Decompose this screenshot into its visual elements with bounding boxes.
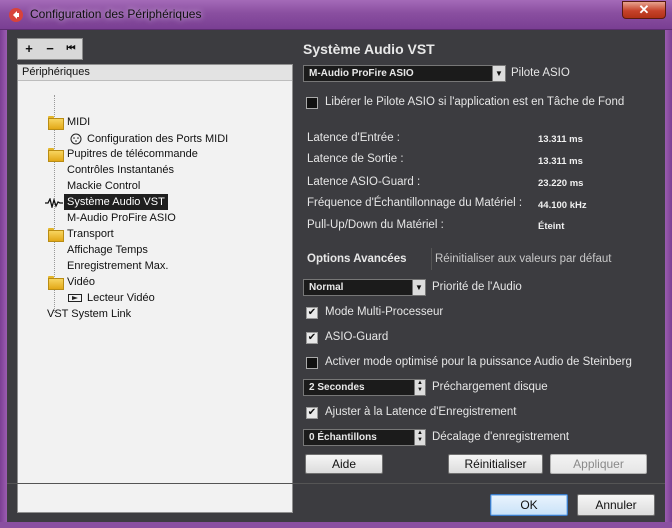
help-button[interactable]: Aide (305, 454, 383, 474)
tree-item-video[interactable]: Vidéo (67, 274, 95, 290)
audio-priority-label: Priorité de l'Audio (432, 281, 522, 293)
tree-toolbar: + − ⏮ (17, 38, 83, 60)
tree-item-vst-system-link[interactable]: VST System Link (47, 306, 131, 322)
multi-processor-label: Mode Multi-Processeur (325, 306, 444, 318)
multi-processor-checkbox[interactable]: ✔ (306, 307, 318, 319)
record-offset-label: Décalage d'enregistrement (432, 431, 570, 443)
asio-guard-latency-label: Latence ASIO-Guard : (307, 176, 421, 188)
tab-advanced-options[interactable]: Options Avancées (303, 248, 411, 270)
folder-icon (48, 148, 64, 162)
tree-item-maudio-profire[interactable]: M-Audio ProFire ASIO (67, 210, 176, 226)
window-title: Configuration des Périphériques (30, 7, 202, 21)
record-latency-checkbox[interactable]: ✔ (306, 407, 318, 419)
tree-item-remote-devices[interactable]: Pupitres de télécommande (67, 146, 198, 162)
midi-port-icon (70, 133, 82, 145)
asio-guard-label: ASIO-Guard (325, 331, 389, 343)
window-frame-right (665, 30, 672, 528)
spinner-arrows-icon[interactable]: ▲ ▼ (414, 380, 425, 395)
output-latency-value: 13.311 ms (538, 156, 583, 167)
release-driver-label: Libérer le Pilote ASIO si l'application … (325, 96, 625, 108)
record-offset-spinner[interactable]: 0 Échantillons ▲ ▼ (303, 429, 426, 446)
output-latency-label: Latence de Sortie : (307, 153, 404, 165)
device-tree: Périphériques MIDI Configuration des Por… (17, 64, 293, 513)
chevron-down-icon: ▼ (492, 66, 505, 81)
tab-reset-defaults[interactable]: Réinitialiser aux valeurs par défaut (431, 248, 614, 270)
tree-item-mackie-control[interactable]: Mackie Control (67, 178, 140, 194)
dialog-client: + − ⏮ Périphériques MIDI Configuration d… (7, 30, 665, 522)
audio-priority-value: Normal (309, 282, 344, 293)
sample-rate-value: 44.100 kHz (538, 200, 587, 211)
ok-button[interactable]: OK (490, 494, 568, 516)
apply-button[interactable]: Appliquer (550, 454, 647, 474)
record-offset-value: 0 Échantillons (309, 432, 377, 443)
chevron-down-icon: ▼ (412, 280, 425, 295)
tree-header: Périphériques (18, 65, 292, 81)
sample-rate-label: Fréquence d'Échantillonnage du Matériel … (307, 197, 523, 209)
tree-item-time-display[interactable]: Affichage Temps (67, 242, 148, 258)
disk-preload-label: Préchargement disque (432, 381, 548, 393)
window-frame-left (0, 30, 7, 528)
audio-system-icon (45, 198, 63, 208)
cubase-logo-icon (9, 8, 23, 22)
tree-item-midi[interactable]: MIDI (67, 114, 90, 130)
asio-driver-label: Pilote ASIO (511, 67, 570, 79)
tree-item-quick-controls[interactable]: Contrôles Instantanés (67, 162, 174, 178)
asio-driver-value: M-Audio ProFire ASIO (309, 68, 414, 79)
tree-item-transport[interactable]: Transport (67, 226, 114, 242)
options-tabs: Options Avancées Réinitialiser aux valeu… (303, 248, 648, 270)
pullupdown-value: Éteint (538, 221, 565, 232)
steinberg-mode-label: Activer mode optimisé pour la puissance … (325, 356, 632, 368)
window-titlebar: Configuration des Périphériques ✕ (0, 0, 672, 30)
audio-priority-select[interactable]: Normal ▼ (303, 279, 426, 296)
section-title: Système Audio VST (303, 41, 435, 57)
folder-icon (48, 276, 64, 290)
folder-icon (48, 116, 64, 130)
remove-device-button[interactable]: − (41, 41, 59, 57)
reset-button[interactable]: Réinitialiser (448, 454, 543, 474)
window-frame-bottom (0, 522, 672, 528)
disk-preload-spinner[interactable]: 2 Secondes ▲ ▼ (303, 379, 426, 396)
release-driver-checkbox[interactable] (306, 97, 318, 109)
asio-guard-checkbox[interactable]: ✔ (306, 332, 318, 344)
footer-divider (7, 483, 665, 484)
tree-item-video-player[interactable]: Lecteur Vidéo (87, 290, 155, 306)
tree-item-record-max[interactable]: Enregistrement Max. (67, 258, 168, 274)
steinberg-mode-checkbox[interactable] (306, 357, 318, 369)
folder-icon (48, 228, 64, 242)
close-button[interactable]: ✕ (622, 1, 666, 19)
video-player-icon (68, 294, 82, 302)
cancel-button[interactable]: Annuler (577, 494, 655, 516)
input-latency-value: 13.311 ms (538, 134, 583, 145)
add-device-button[interactable]: + (20, 41, 38, 57)
record-latency-label: Ajuster à la Latence d'Enregistrement (325, 406, 517, 418)
reset-device-button[interactable]: ⏮ (62, 41, 80, 57)
input-latency-label: Latence d'Entrée : (307, 132, 400, 144)
tree-item-midi-ports[interactable]: Configuration des Ports MIDI (87, 131, 228, 147)
pullupdown-label: Pull-Up/Down du Matériel : (307, 219, 444, 231)
disk-preload-value: 2 Secondes (309, 382, 365, 393)
asio-driver-select[interactable]: M-Audio ProFire ASIO ▼ (303, 65, 506, 82)
asio-guard-latency-value: 23.220 ms (538, 178, 584, 189)
tree-item-vst-audio-system[interactable]: Système Audio VST (64, 194, 168, 210)
spinner-arrows-icon[interactable]: ▲ ▼ (414, 430, 425, 445)
